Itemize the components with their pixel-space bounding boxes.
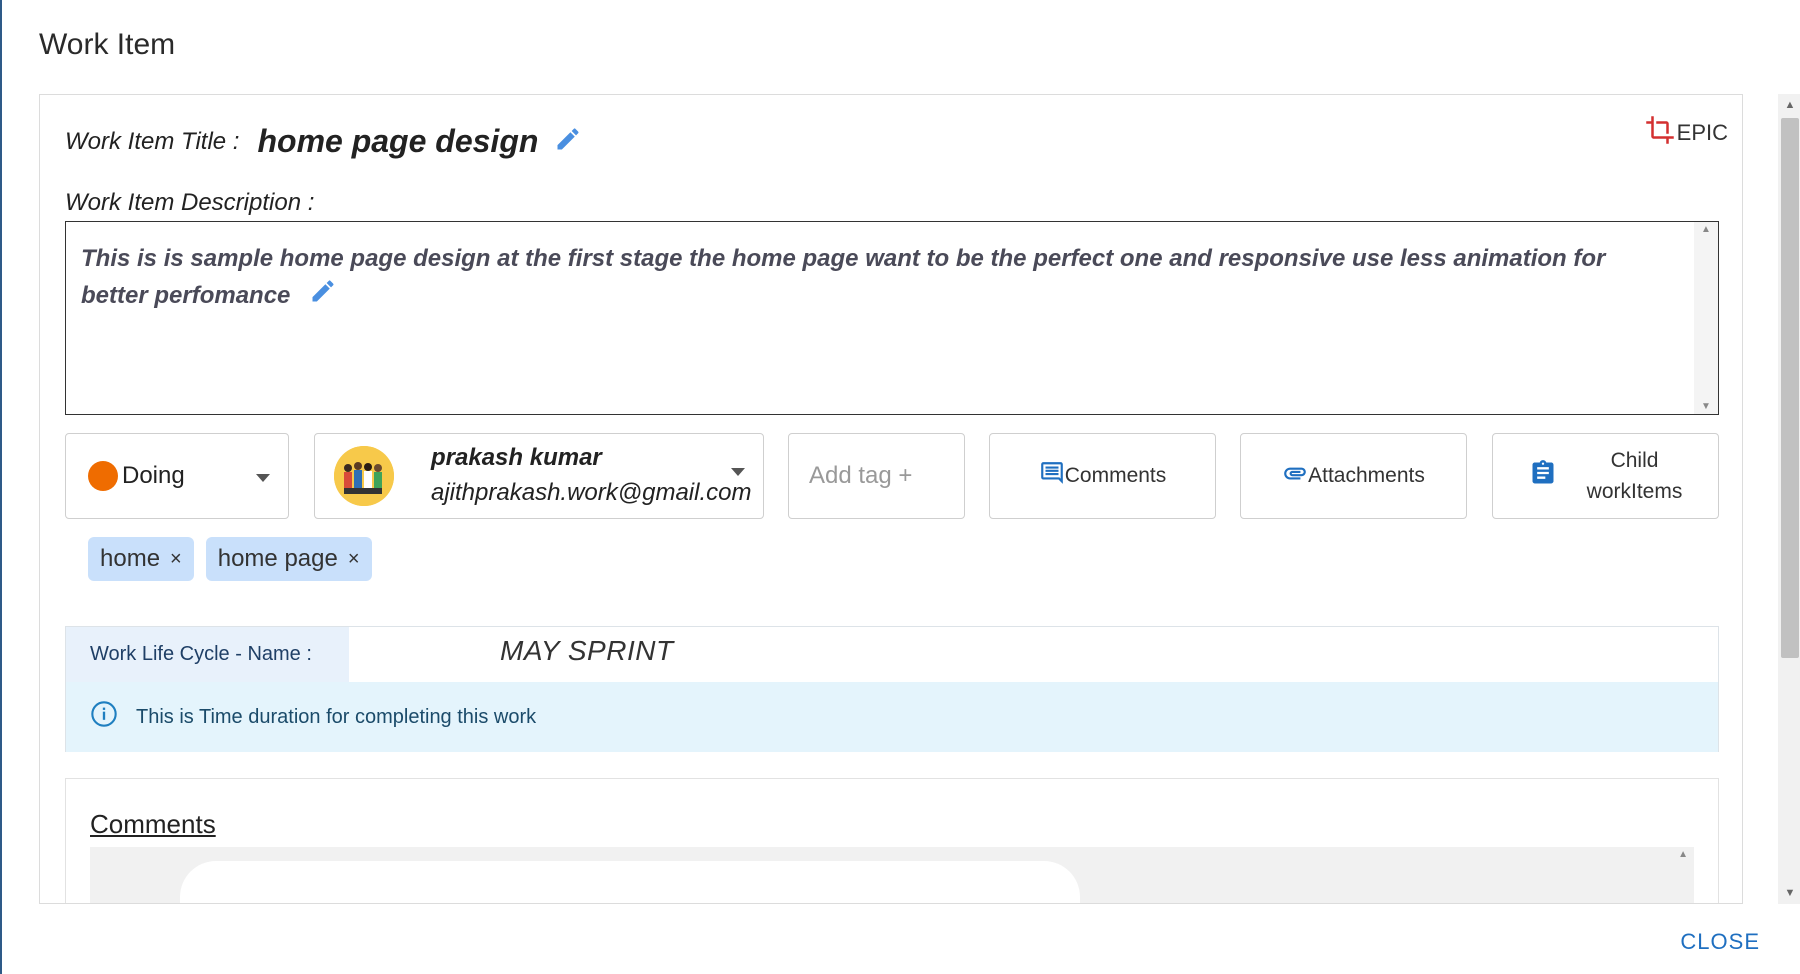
status-select[interactable]: Doing <box>65 433 289 519</box>
comments-button[interactable]: Comments <box>989 433 1216 519</box>
assignee-name: prakash kumar <box>431 444 602 471</box>
remove-tag-close-icon[interactable]: × <box>348 548 360 571</box>
edit-description-pencil-icon[interactable] <box>309 277 337 316</box>
epic-label: EPIC <box>1676 120 1728 145</box>
info-text: This is Time duration for completing thi… <box>136 705 537 728</box>
status-dot-icon <box>88 461 118 491</box>
attachments-button[interactable]: Attachments <box>1240 433 1467 519</box>
child-workitems-label: Child workItems <box>1587 445 1683 507</box>
info-icon <box>90 700 136 734</box>
work-item-dialog: Work Item Work Item Title : home page de… <box>0 0 1800 974</box>
scroll-up-icon[interactable]: ▲ <box>1694 224 1718 235</box>
chevron-down-icon <box>256 474 270 482</box>
scroll-thumb[interactable] <box>1781 118 1799 658</box>
comments-button-label: Comments <box>1064 464 1167 487</box>
description-box[interactable]: This is is sample home page design at th… <box>65 221 1719 415</box>
title-row: Work Item Title : home page design <box>65 123 582 160</box>
avatar <box>334 446 394 506</box>
child-workitems-button[interactable]: Child workItems <box>1492 433 1719 519</box>
edit-title-pencil-icon[interactable] <box>554 125 582 158</box>
dialog-title: Work Item <box>39 28 176 61</box>
description-scrollbar[interactable]: ▲ ▼ <box>1694 222 1718 414</box>
comment-icon <box>1039 460 1065 492</box>
work-life-cycle-label: Work Life Cycle - Name : <box>66 627 349 682</box>
close-button[interactable]: CLOSE <box>1680 929 1760 955</box>
comments-list[interactable]: ▲ <box>90 847 1694 903</box>
description-text: This is is sample home page design at th… <box>81 240 1641 316</box>
crop-icon <box>1645 115 1677 151</box>
scroll-down-icon[interactable]: ▼ <box>1694 401 1718 412</box>
work-life-cycle-info: This is Time duration for completing thi… <box>66 682 1718 752</box>
comment-bubble <box>180 861 1080 903</box>
scroll-down-icon[interactable]: ▼ <box>1778 882 1800 904</box>
assignee-email: ajithprakash.work@gmail.com <box>431 479 752 506</box>
tag-chip[interactable]: home × <box>88 537 194 581</box>
tag-chip-label: home page <box>217 545 338 572</box>
epic-type-indicator: EPIC <box>1645 115 1728 151</box>
description-label: Work Item Description : <box>65 189 315 216</box>
remove-tag-close-icon[interactable]: × <box>170 548 182 571</box>
dialog-content: Work Item Title : home page design EPIC … <box>39 94 1743 904</box>
child-label-line2: workItems <box>1586 480 1683 503</box>
scroll-up-icon[interactable]: ▲ <box>1778 94 1800 116</box>
clipboard-icon <box>1529 459 1557 493</box>
tag-chip[interactable]: home page × <box>205 537 372 581</box>
assignee-select[interactable]: prakash kumar ajithprakash.work@gmail.co… <box>314 433 764 519</box>
status-value: Doing <box>122 462 185 489</box>
work-life-cycle-value: MAY SPRINT <box>500 635 674 666</box>
work-life-cycle-panel: Work Life Cycle - Name : MAY SPRINT This… <box>65 626 1719 752</box>
dialog-scrollbar[interactable]: ▲ ▼ <box>1778 94 1800 904</box>
work-item-title: home page design <box>257 123 539 159</box>
attachments-button-label: Attachments <box>1308 464 1425 487</box>
paperclip-icon <box>1282 460 1308 492</box>
add-tag-input[interactable]: Add tag + <box>788 433 965 519</box>
tag-chip-list: home × home page × <box>88 537 384 581</box>
comments-panel: Comments ▲ <box>65 778 1719 903</box>
scroll-up-icon[interactable]: ▲ <box>1678 849 1688 860</box>
child-label-line1: Child <box>1610 449 1659 472</box>
title-label: Work Item Title : <box>65 127 240 155</box>
comments-title: Comments <box>90 809 216 839</box>
add-tag-placeholder: Add tag + <box>809 462 913 489</box>
tag-chip-label: home <box>100 545 161 572</box>
chevron-down-icon <box>731 468 745 476</box>
